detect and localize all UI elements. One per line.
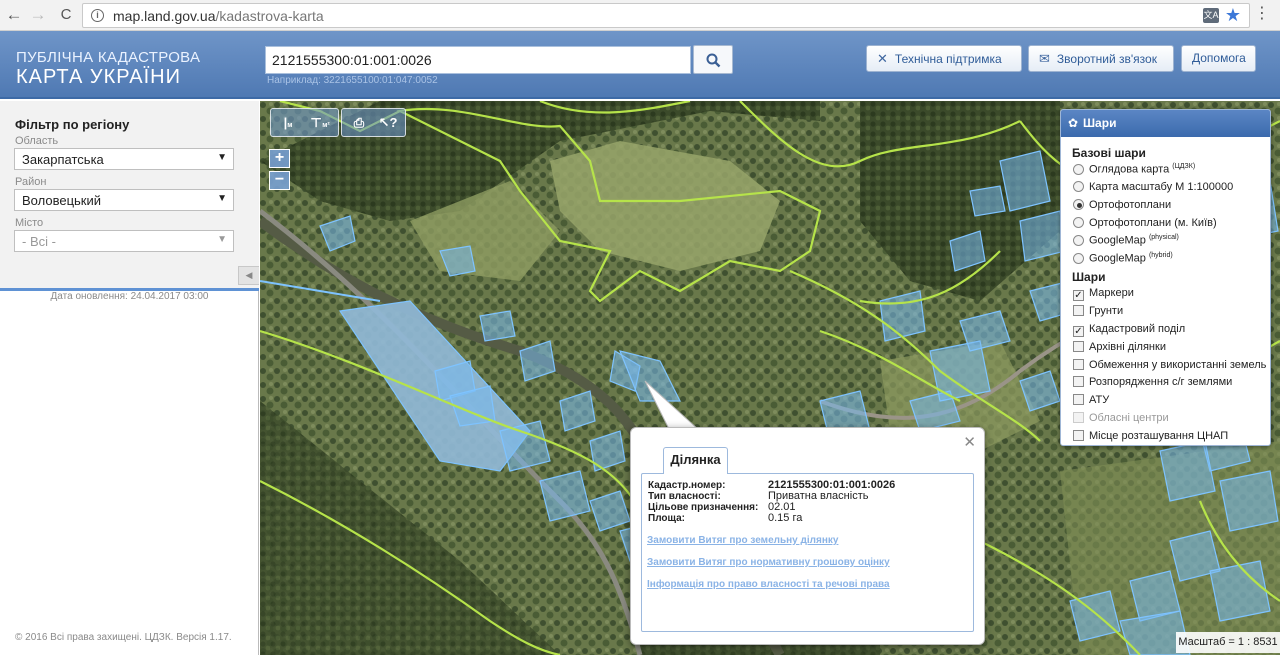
- info-icon[interactable]: i: [91, 9, 104, 22]
- layer-toggle[interactable]: ✓ Кадастровий поділ: [1073, 323, 1185, 337]
- base-layer-option[interactable]: Ортофотоплани: [1073, 199, 1171, 211]
- layer-toggle[interactable]: Обмеження у використанні земель: [1073, 359, 1266, 371]
- support-button[interactable]: ✕ Технічна підтримка: [866, 45, 1022, 72]
- map-canvas[interactable]: |м ⊤м² ⎙ ↖? + − ✿ Шари Базові шари Оглядо…: [260, 101, 1280, 655]
- identify-cursor-icon[interactable]: ↖?: [375, 111, 401, 134]
- ownership-info-link[interactable]: Інформація про право власності та речові…: [647, 579, 890, 590]
- tools-icon: ✕: [877, 51, 888, 66]
- base-layer-option[interactable]: GoogleMap (physical): [1073, 234, 1179, 247]
- checkbox-checked-icon[interactable]: ✓: [1073, 326, 1084, 337]
- close-icon[interactable]: ✕: [963, 433, 976, 451]
- sidebar: Фільтр по регіону Область Закарпатська ▼ …: [0, 101, 259, 655]
- layer-toggle[interactable]: Грунти: [1073, 305, 1123, 317]
- layer-toggle[interactable]: Архівні ділянки: [1073, 341, 1166, 353]
- base-layer-option[interactable]: Ортофотоплани (м. Київ): [1073, 217, 1217, 229]
- layers-panel: ✿ Шари Базові шари Оглядова карта (ЦДЗК) …: [1060, 109, 1271, 446]
- brand-line1: ПУБЛІЧНА КАДАСТРОВА: [16, 49, 201, 66]
- checkbox-icon: [1073, 412, 1084, 423]
- raion-select[interactable]: Воловецький ▼: [14, 189, 234, 211]
- misto-label: Місто: [15, 217, 44, 229]
- url-text[interactable]: map.land.gov.ua/kadastrova-karta: [113, 8, 324, 24]
- translate-icon[interactable]: 文A: [1203, 8, 1219, 23]
- action-toolbar: ⎙ ↖?: [341, 108, 406, 137]
- gear-icon: ✿: [1068, 116, 1079, 130]
- dropdown-arrow-icon: ▼: [217, 152, 227, 163]
- envelope-icon: ✉: [1039, 51, 1050, 66]
- browser-toolbar: ← → C i map.land.gov.ua/kadastrova-karta…: [0, 0, 1280, 31]
- layer-toggle[interactable]: Місце розташування ЦНАП: [1073, 430, 1228, 442]
- back-arrow-icon[interactable]: ←: [4, 5, 24, 25]
- checkbox-icon[interactable]: [1073, 394, 1084, 405]
- layer-toggle-disabled: Обласні центри: [1073, 412, 1169, 424]
- radio-icon[interactable]: [1073, 252, 1084, 264]
- checkbox-icon[interactable]: [1073, 359, 1084, 370]
- oblast-label: Область: [15, 135, 59, 147]
- measure-area-tool[interactable]: ⊤м²: [307, 111, 333, 134]
- browser-menu-icon[interactable]: ⋮: [1254, 6, 1270, 22]
- dropdown-arrow-icon: ▼: [217, 193, 227, 204]
- brand-line2: КАРТА УКРАЇНИ: [16, 66, 181, 88]
- radio-selected-icon[interactable]: [1073, 199, 1084, 210]
- radio-icon[interactable]: [1073, 181, 1084, 192]
- radio-icon[interactable]: [1073, 217, 1084, 228]
- dropdown-arrow-icon: ▼: [217, 234, 227, 245]
- print-icon[interactable]: ⎙: [346, 111, 372, 134]
- base-layers-title: Базові шари: [1072, 146, 1146, 160]
- base-layer-option[interactable]: Карта масштабу М 1:100000: [1073, 181, 1233, 193]
- site-header: ПУБЛІЧНА КАДАСТРОВА КАРТА УКРАЇНИ Наприк…: [0, 31, 1280, 99]
- search-icon: [706, 53, 721, 68]
- ownership-row: Тип власності: Приватна власність: [648, 490, 869, 503]
- misto-select[interactable]: - Всі - ▼: [14, 230, 234, 252]
- reload-icon[interactable]: C: [56, 5, 76, 25]
- base-layer-option[interactable]: Оглядова карта (ЦДЗК): [1073, 163, 1195, 176]
- update-date: Дата оновлення: 24.04.2017 03:00: [50, 291, 209, 302]
- forward-arrow-icon[interactable]: →: [28, 5, 48, 25]
- parcel-details: Кадастр.номер: 2121555300:01:001:0026 Тип…: [641, 473, 974, 632]
- layer-toggle[interactable]: Розпорядження с/г землями: [1073, 376, 1232, 388]
- measure-length-tool[interactable]: |м: [275, 111, 301, 134]
- address-bar[interactable]: i map.land.gov.ua/kadastrova-karta 文A ★: [82, 3, 1250, 28]
- scale-indicator: Масштаб = 1 : 8531: [1176, 632, 1280, 653]
- copyright: © 2016 Всі права захищені. ЦДЗК. Версія …: [15, 632, 232, 643]
- filter-title: Фільтр по регіону: [15, 117, 130, 132]
- checkbox-icon[interactable]: [1073, 305, 1084, 316]
- oblast-select[interactable]: Закарпатська ▼: [14, 148, 234, 170]
- help-button[interactable]: Допомога: [1181, 45, 1256, 72]
- area-row: Площа: 0.15 га: [648, 512, 803, 525]
- layer-toggle[interactable]: АТУ: [1073, 394, 1109, 406]
- overlay-layers-title: Шари: [1072, 270, 1106, 284]
- region-filter: Фільтр по регіону Область Закарпатська ▼ …: [0, 101, 259, 289]
- search-example: Наприклад: 3221655100:01:047:0052: [267, 75, 438, 86]
- layers-header[interactable]: ✿ Шари: [1061, 110, 1270, 137]
- checkbox-checked-icon[interactable]: ✓: [1073, 290, 1084, 301]
- cadastral-search-input[interactable]: [265, 46, 691, 74]
- search-button[interactable]: [693, 45, 733, 74]
- parcel-popup: ✕ Ділянка Кадастр.номер: 2121555300:01:00…: [630, 427, 985, 645]
- feedback-button[interactable]: ✉ Зворотний зв'язок: [1028, 45, 1174, 72]
- zoom-in-button[interactable]: +: [269, 149, 290, 168]
- base-layer-option[interactable]: GoogleMap (hybrid): [1073, 252, 1173, 265]
- checkbox-icon[interactable]: [1073, 341, 1084, 352]
- radio-icon[interactable]: [1073, 234, 1084, 246]
- checkbox-icon[interactable]: [1073, 430, 1084, 441]
- tab-parcel[interactable]: Ділянка: [663, 447, 728, 474]
- radio-icon[interactable]: [1073, 163, 1084, 175]
- zoom-out-button[interactable]: −: [269, 171, 290, 190]
- collapse-sidebar-button[interactable]: ◀: [238, 266, 259, 285]
- order-extract-link[interactable]: Замовити Витяг про земельну ділянку: [647, 535, 838, 546]
- bookmark-star-icon[interactable]: ★: [1225, 5, 1241, 26]
- order-valuation-link[interactable]: Замовити Витяг про нормативну грошову оц…: [647, 557, 890, 568]
- measure-toolbar: |м ⊤м²: [270, 108, 339, 137]
- layer-toggle[interactable]: ✓ Маркери: [1073, 287, 1134, 301]
- checkbox-icon[interactable]: [1073, 376, 1084, 387]
- raion-label: Район: [15, 176, 47, 188]
